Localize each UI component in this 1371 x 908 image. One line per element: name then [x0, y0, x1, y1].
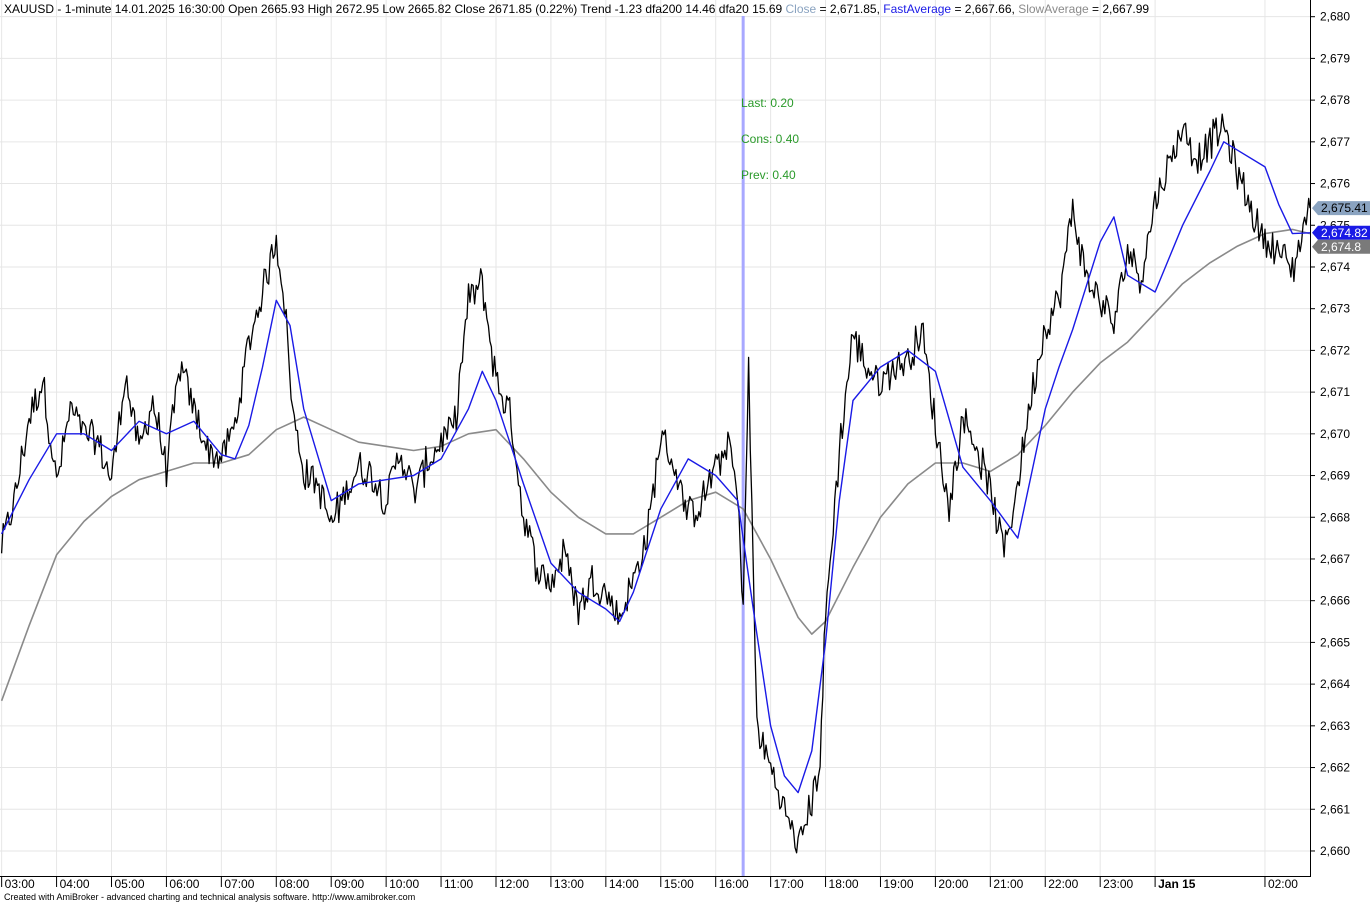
y-tick-label: 2,662	[1320, 761, 1350, 775]
y-tick-label: 2,670	[1320, 427, 1350, 441]
y-tick-label: 2,676	[1320, 177, 1350, 191]
chart-canvas[interactable]: 2,660 2,661 2,662 2,663 2,664 2,665 2,666 2,667…	[0, 0, 1371, 903]
header-high: 2672.95	[336, 2, 380, 16]
x-tick-label: 21:00	[993, 877, 1023, 891]
x-tick-label: 05:00	[115, 877, 145, 891]
legend-fast-value: = 2,667.66	[954, 2, 1011, 16]
x-tick-label: 18:00	[829, 877, 859, 891]
x-tick-label: 11:00	[444, 877, 473, 891]
legend-fast-name: FastAverage	[883, 2, 951, 16]
x-tick-label: 02:00	[1268, 877, 1298, 891]
legend-close-value: = 2,671.85	[820, 2, 877, 16]
annotation-prev: Prev: 0.40	[741, 168, 796, 182]
chart-header: XAUUSD - 1-minute 14.01.2025 16:30:00 Op…	[4, 2, 1149, 16]
header-dfa200: 14.46	[685, 2, 715, 16]
y-tick-label: 2,679	[1320, 51, 1350, 65]
x-tick-label: 14:00	[609, 877, 639, 891]
footer-credit: Created with AmiBroker - advanced charti…	[4, 892, 415, 902]
x-tick-label: 09:00	[334, 877, 364, 891]
y-tick-label: 2,661	[1320, 802, 1350, 816]
x-tick-label: 03:00	[5, 877, 35, 891]
badge-close-label: 2,675.41	[1321, 201, 1368, 215]
y-tick-label: 2,671	[1320, 385, 1350, 399]
header-close-label: Close	[454, 2, 485, 16]
plot-frame-right	[1310, 0, 1311, 876]
x-tick-label: 12:00	[499, 877, 529, 891]
header-low-label: Low	[382, 2, 404, 16]
y-tick-label: 2,667	[1320, 552, 1350, 566]
grid-layer	[0, 0, 1310, 876]
price-badges: 2,675.41 2,674.822,674.8	[1312, 201, 1370, 254]
x-tick-label: 10:00	[389, 877, 419, 891]
header-trend-label: Trend	[580, 2, 611, 16]
x-tick-label: 20:00	[938, 877, 968, 891]
y-tick-label: 2,680	[1320, 10, 1350, 24]
x-tick-label: 13:00	[554, 877, 584, 891]
header-trend: -1.23	[615, 2, 643, 16]
header-close: 2671.85	[489, 2, 533, 16]
header-high-label: High	[308, 2, 333, 16]
y-tick-label: 2,672	[1320, 343, 1350, 357]
legend-slow-name: SlowAverage	[1018, 2, 1089, 16]
badge-fast-label: 2,674.82	[1321, 226, 1368, 240]
x-tick-label: 04:00	[60, 877, 90, 891]
legend-slow-value: = 2,667.99	[1092, 2, 1149, 16]
y-tick-label: 2,660	[1320, 844, 1350, 858]
y-tick-label: 2,674	[1320, 260, 1350, 274]
y-tick-label: 2,677	[1320, 135, 1350, 149]
x-tick-label: 19:00	[883, 877, 913, 891]
annotation-last: Last: 0.20	[741, 96, 794, 110]
x-tick-label: 15:00	[664, 877, 694, 891]
x-tick-label: Jan 15	[1158, 877, 1196, 891]
header-dfa20-label: dfa20	[719, 2, 749, 16]
y-tick-label: 2,668	[1320, 510, 1350, 524]
header-dfa200-label: dfa200	[645, 2, 682, 16]
x-tick-label: 06:00	[169, 877, 199, 891]
badge-slow-label: 2,674.8	[1321, 240, 1361, 254]
annotation-cons: Cons: 0.40	[741, 132, 799, 146]
x-tick-label: 08:00	[279, 877, 309, 891]
y-tick-label: 2,669	[1320, 469, 1350, 483]
y-tick-label: 2,673	[1320, 302, 1350, 316]
x-tick-label: 07:00	[224, 877, 254, 891]
y-tick-label: 2,666	[1320, 594, 1350, 608]
header-datetime: 14.01.2025 16:30:00	[115, 2, 225, 16]
header-dfa20: 15.69	[752, 2, 782, 16]
y-tick-label: 2,678	[1320, 93, 1350, 107]
header-open: 2665.93	[261, 2, 305, 16]
header-low: 2665.82	[408, 2, 452, 16]
header-symbol: XAUUSD	[4, 2, 54, 16]
header-change: (0.22%)	[535, 2, 577, 16]
price-chart[interactable]: 2,660 2,661 2,662 2,663 2,664 2,665 2,666 2,667…	[0, 0, 1371, 903]
y-tick-label: 2,663	[1320, 719, 1350, 733]
header-interval: 1-minute	[65, 2, 112, 16]
x-tick-label: 23:00	[1103, 877, 1133, 891]
header-open-label: Open	[228, 2, 257, 16]
y-tick-label: 2,664	[1320, 677, 1350, 691]
x-tick-label: 16:00	[719, 877, 749, 891]
y-axis: 2,660 2,661 2,662 2,663 2,664 2,665 2,666 2,667…	[1310, 10, 1350, 858]
x-axis: 03:00 04:00 05:00 06:00 07:00 08:00 09:00 10:00…	[1, 876, 1298, 891]
x-tick-label: 17:00	[774, 877, 804, 891]
x-tick-label: 22:00	[1048, 877, 1078, 891]
y-tick-label: 2,665	[1320, 635, 1350, 649]
legend-close-name: Close	[786, 2, 817, 16]
